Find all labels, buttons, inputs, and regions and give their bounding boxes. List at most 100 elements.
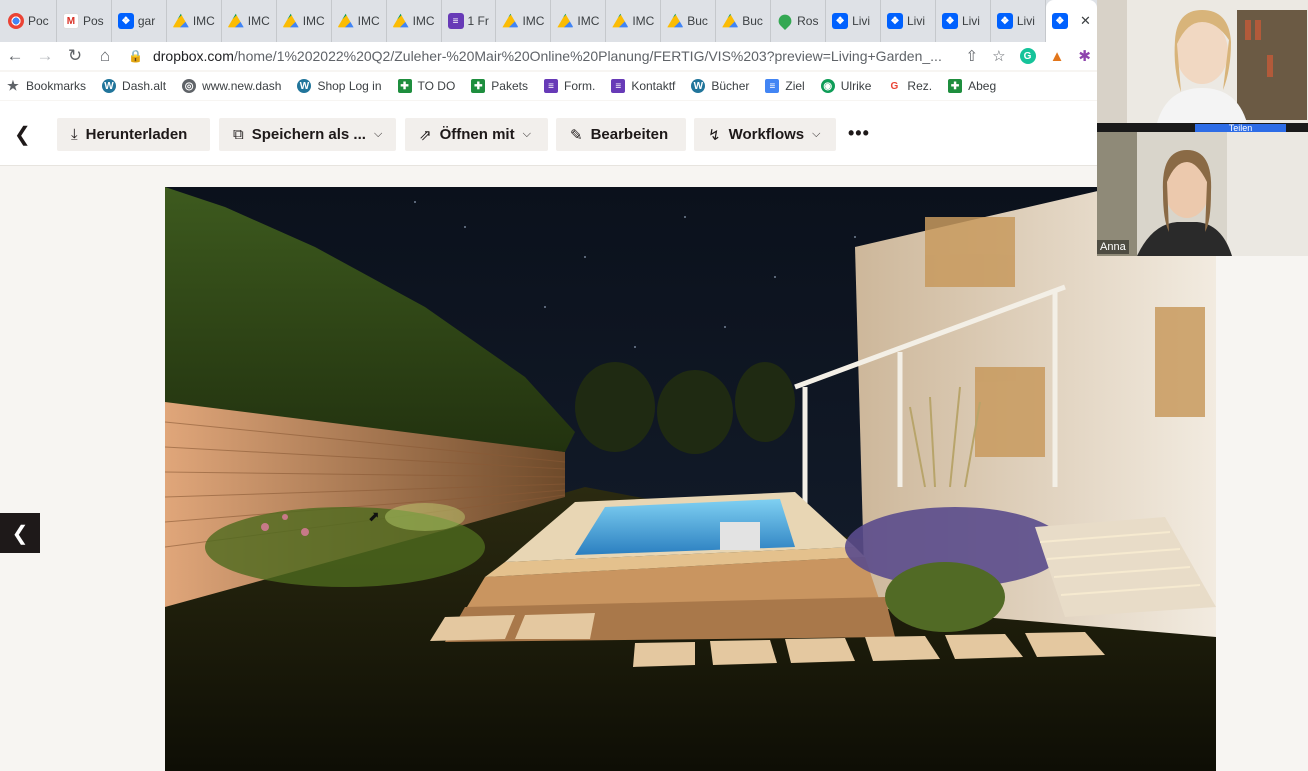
browser-tab[interactable]: Buc <box>716 0 772 42</box>
browser-tab[interactable]: IMC <box>277 0 332 42</box>
share-icon[interactable]: ⇧ <box>966 47 979 65</box>
wordpress-icon: W <box>691 79 706 93</box>
workflows-icon: ↯ <box>708 126 721 144</box>
edit-button[interactable]: ✎ Bearbeiten <box>556 118 686 151</box>
star-icon: ★ <box>7 78 19 93</box>
dropbox-icon: ❖ <box>117 13 134 29</box>
extension-icon: ◉ <box>820 79 835 93</box>
dropbox-icon: ❖ <box>996 13 1013 29</box>
open-with-label: Öffnen mit <box>439 126 515 143</box>
browser-tab[interactable]: ❖ Livi <box>881 0 936 42</box>
dropbox-icon: ❖ <box>887 13 903 29</box>
browser-tab[interactable]: ❖ Livi <box>936 0 991 42</box>
back-arrow-icon[interactable]: ← <box>0 46 30 66</box>
browser-tab[interactable]: IMC <box>167 0 222 42</box>
forms-icon: ≡ <box>543 79 558 93</box>
browser-tab[interactable]: Poc <box>2 0 57 42</box>
save-copy-icon: ⧉ <box>233 126 244 143</box>
workflows-button[interactable]: ↯ Workflows ⌵ <box>694 118 836 151</box>
grammarly-extension-icon[interactable]: G <box>1019 48 1036 64</box>
browser-tab-title: Pos <box>82 14 104 28</box>
bookmark-star-icon[interactable]: ☆ <box>992 47 1005 65</box>
download-label: Herunterladen <box>85 126 188 143</box>
browser-tab-title: Buc <box>742 14 763 28</box>
bookmark-item[interactable]: ≡ Form. <box>543 79 596 93</box>
bookmark-item[interactable]: W Bücher <box>691 79 749 93</box>
address-bar[interactable]: 🔒 dropbox.com/home/1%202022%20Q2/Zuleher… <box>128 42 942 70</box>
mouse-cursor-icon: ⬈ <box>368 508 380 524</box>
browser-actions: ⇧ ☆ G ▲ ✱ <box>966 42 1091 70</box>
pencil-icon: ✎ <box>570 126 583 144</box>
browser-tab[interactable]: ❖ Livi <box>826 0 881 42</box>
close-tab-icon[interactable]: ✕ <box>1080 13 1091 29</box>
browser-tab-title: IMC <box>247 14 270 28</box>
browser-tab-title: Ros <box>797 14 819 28</box>
bookmarks-bar: ★ Bookmarks W Dash.alt ◎ www.new.dash W Shop Lo… <box>0 72 1097 100</box>
previous-file-button[interactable]: ❮ <box>0 513 40 553</box>
bookmark-item[interactable]: ≡ Kontaktf <box>611 79 675 93</box>
extension-puzzle-icon[interactable]: ✱ <box>1078 47 1091 65</box>
drive-icon <box>227 13 244 28</box>
bookmark-label: Dash.alt <box>122 79 167 93</box>
browser-tab-title: Livi <box>907 14 926 28</box>
save-as-button[interactable]: ⧉ Speichern als ... ⌵ <box>219 118 396 151</box>
bookmark-item[interactable]: ✚ TO DO <box>397 79 456 93</box>
browser-tab[interactable]: IMC <box>222 0 277 42</box>
forms-icon: ≡ <box>611 79 626 93</box>
browser-tab[interactable]: ≡ 1 Fr <box>442 0 497 42</box>
open-with-button[interactable]: ⇗ Öffnen mit ⌵ <box>405 118 548 151</box>
bookmark-item[interactable]: ★ Bookmarks <box>6 78 86 93</box>
browser-tab[interactable]: M Pos <box>57 0 112 42</box>
bookmark-label: Rez. <box>907 79 933 93</box>
docs-icon: ≡ <box>765 79 780 93</box>
browser-tab-strip: Poc M Pos ❖ gar IMC IMC IMC IMC IMC ≡ 1 Fr IMC IMC IMC… <box>0 0 1097 42</box>
browser-tab-title: 1 Fr <box>467 14 489 28</box>
browser-tab[interactable]: IMC <box>551 0 607 42</box>
browser-tab[interactable]: Ros <box>771 0 827 42</box>
forward-arrow-icon[interactable]: → <box>30 46 60 66</box>
bookmark-label: TO DO <box>417 79 456 93</box>
drive-icon <box>557 13 574 28</box>
bookmark-label: Form. <box>563 79 596 93</box>
browser-tab[interactable]: IMC <box>332 0 387 42</box>
bookmark-item[interactable]: ✚ Pakets <box>471 79 528 93</box>
browser-tab[interactable]: IMC <box>606 0 662 42</box>
bookmark-item[interactable]: G Rez. <box>887 79 932 93</box>
bookmark-item[interactable]: ✚ Abeg <box>948 79 996 93</box>
chevron-down-icon: ⌵ <box>812 128 821 140</box>
drive-icon <box>337 13 354 28</box>
home-icon[interactable]: ⌂ <box>90 46 120 66</box>
metamask-extension-icon[interactable]: ▲ <box>1050 48 1065 65</box>
open-external-icon: ⇗ <box>419 126 432 144</box>
bookmark-label: Pakets <box>491 79 528 93</box>
bookmark-item[interactable]: ◎ www.new.dash <box>182 79 281 93</box>
back-chevron-icon[interactable]: ❮ <box>14 122 31 147</box>
browser-tab[interactable]: IMC <box>387 0 442 42</box>
reload-icon[interactable]: ↻ <box>60 46 90 66</box>
bookmark-item[interactable]: W Shop Log in <box>297 79 382 93</box>
bookmark-item[interactable]: ◉ Ulrike <box>820 79 871 93</box>
browser-tab-title: Livi <box>1016 14 1035 28</box>
share-label[interactable]: Teilen <box>1195 124 1286 132</box>
browser-tab[interactable]: ❖ gar <box>112 0 167 42</box>
url-path: /home/1%202022%20Q2/Zuleher-%20Mair%20On… <box>233 48 942 64</box>
browser-tab-title: Poc <box>28 14 49 28</box>
chevron-down-icon: ⌵ <box>522 128 531 140</box>
bookmark-item[interactable]: ≡ Ziel <box>765 79 805 93</box>
globe-icon: ◎ <box>182 79 197 93</box>
browser-tab[interactable]: IMC <box>496 0 552 42</box>
browser-tab[interactable]: Buc <box>661 0 717 42</box>
bookmark-item[interactable]: W Dash.alt <box>102 79 166 93</box>
lock-icon: 🔒 <box>128 49 143 63</box>
bookmark-label: Bücher <box>711 79 750 93</box>
save-as-label: Speichern als ... <box>251 126 366 143</box>
workflows-label: Workflows <box>728 126 805 143</box>
sheets-icon: ✚ <box>397 79 412 93</box>
browser-address-bar-row: ← → ↻ ⌂ 🔒 dropbox.com/home/1%202022%20Q2… <box>0 42 1097 70</box>
bookmark-label: www.new.dash <box>202 79 282 93</box>
download-button[interactable]: ⤓ Herunterladen <box>57 118 210 151</box>
more-options-icon[interactable]: ••• <box>848 123 870 144</box>
browser-tab[interactable]: ❖ Livi <box>991 0 1046 42</box>
drive-icon <box>612 13 629 28</box>
browser-tab-active[interactable]: ❖ ✕ <box>1045 0 1097 42</box>
